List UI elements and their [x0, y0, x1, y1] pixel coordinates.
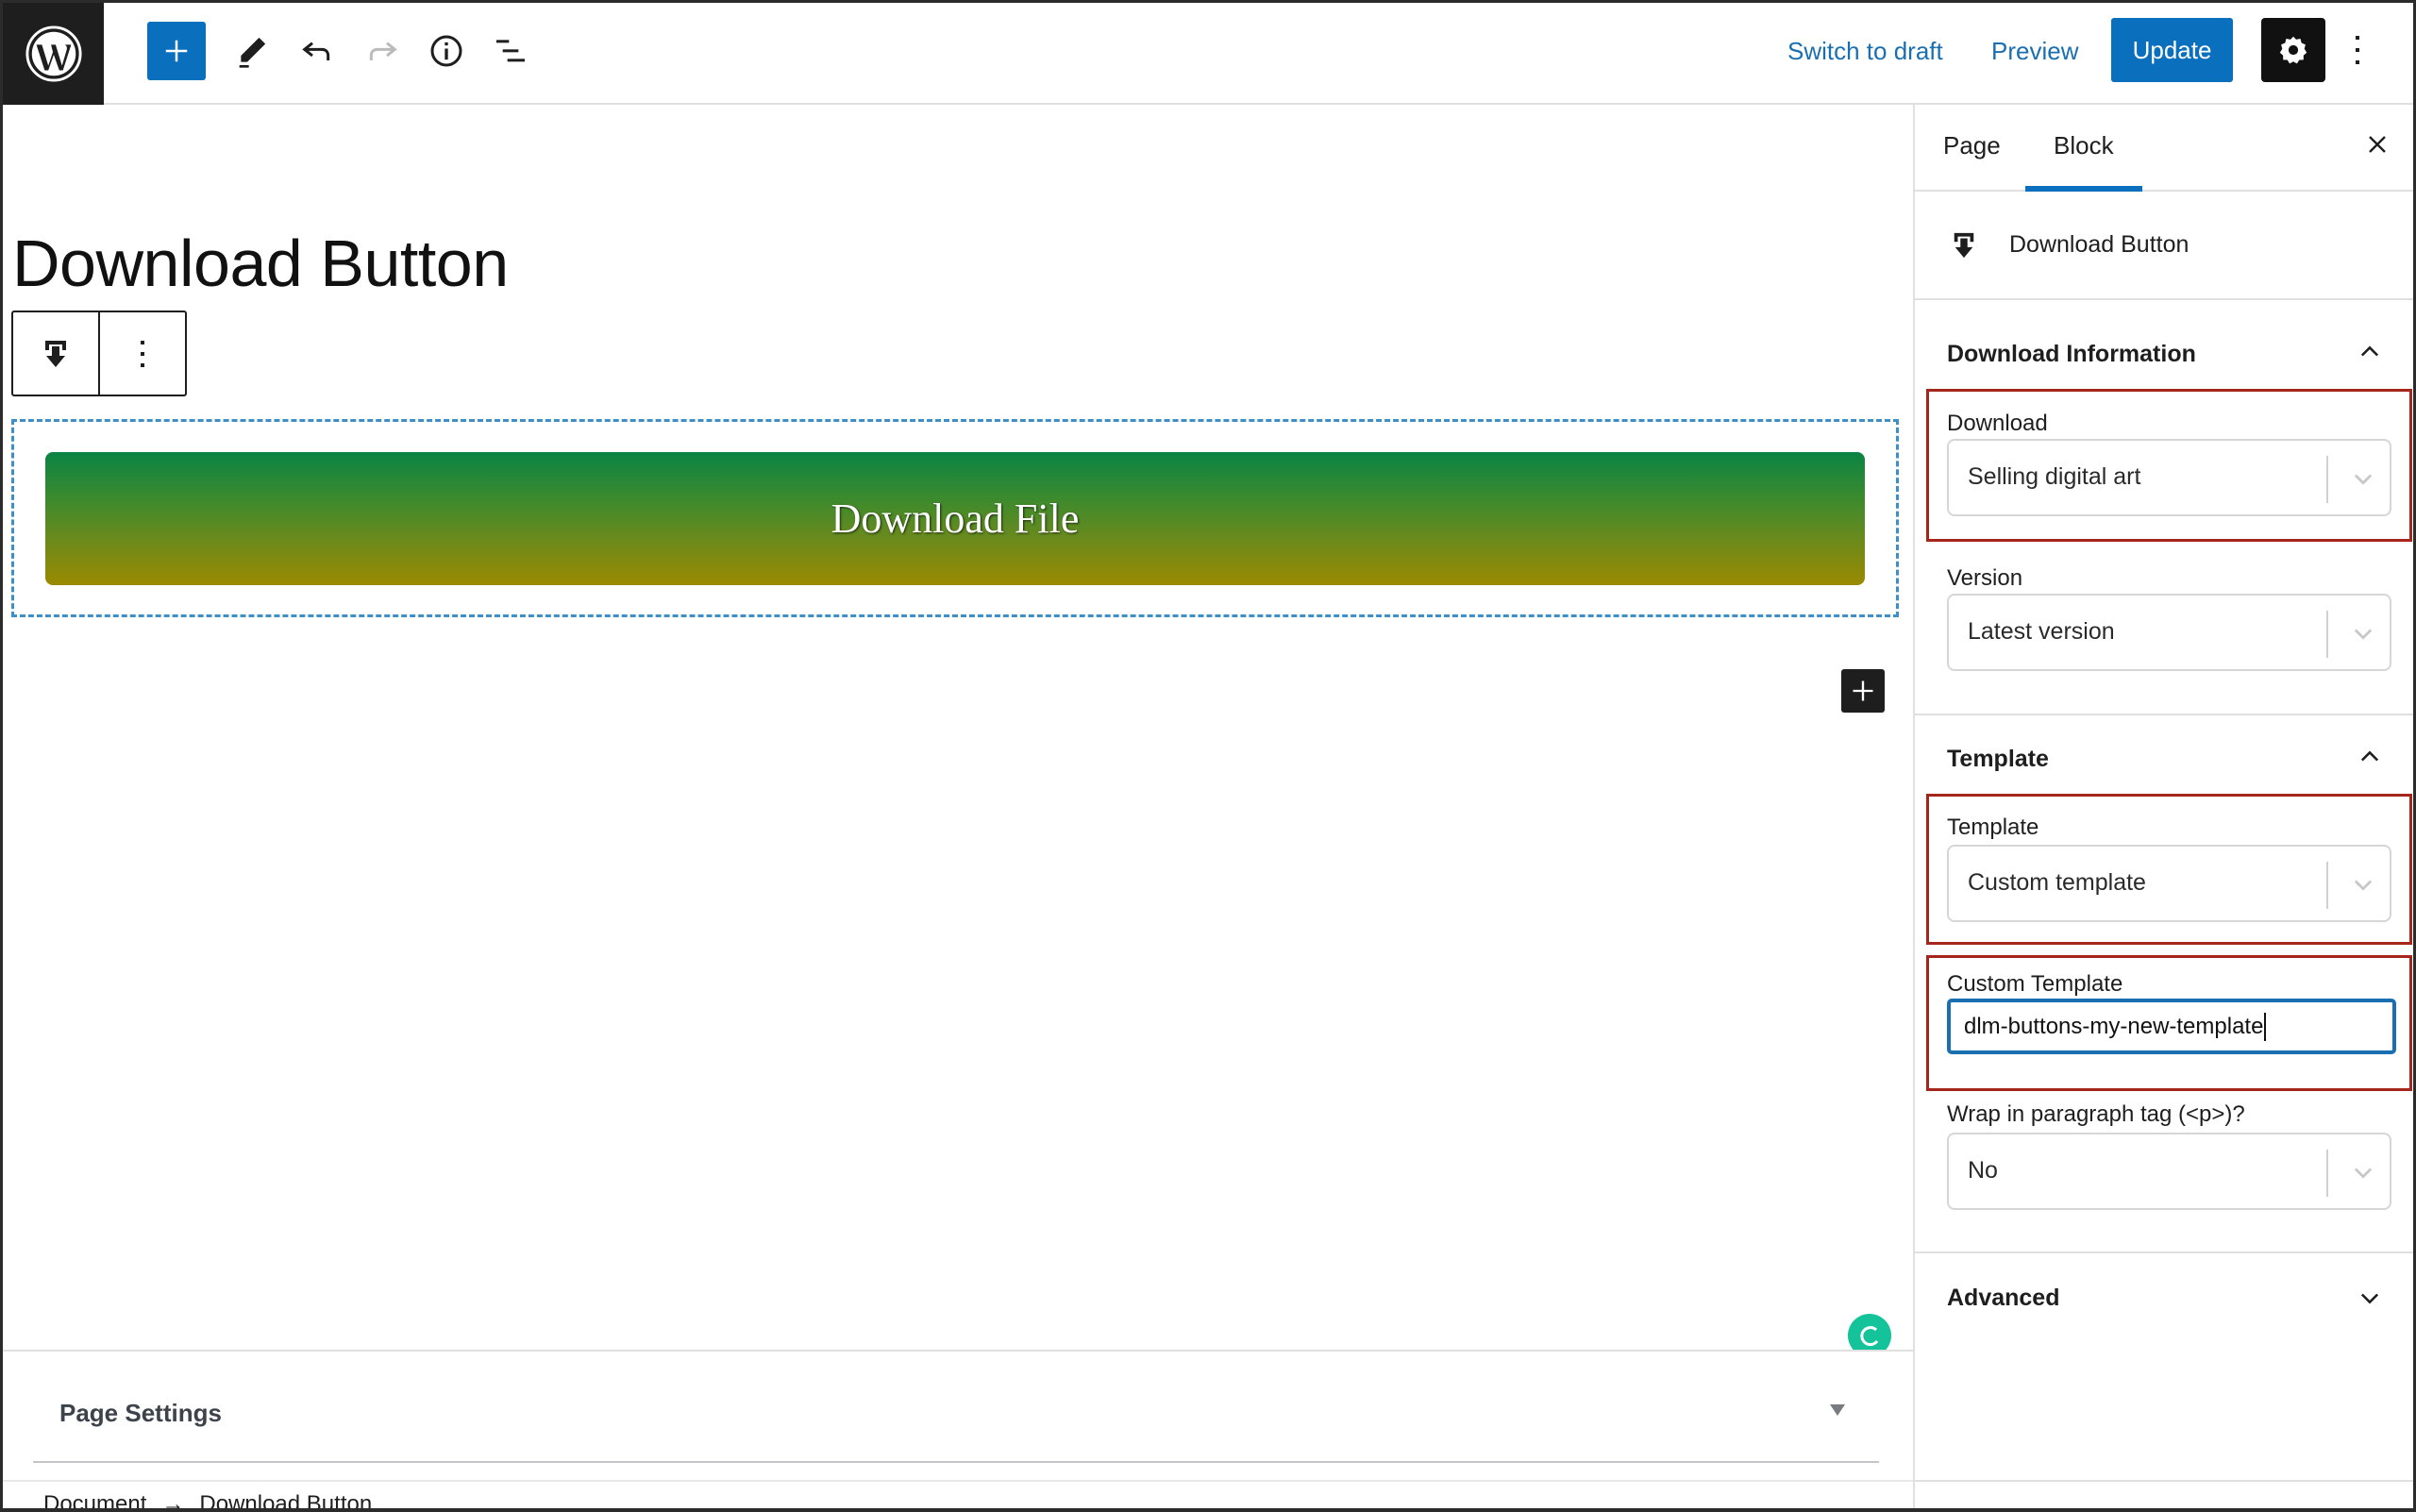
- preview-link[interactable]: Preview: [1991, 31, 2078, 71]
- app-window: Switch to draft Preview Update Download …: [0, 0, 2416, 1512]
- redo-button[interactable]: [356, 22, 409, 80]
- sidebar-tabs: Page Block: [1915, 105, 2413, 192]
- version-field-label: Version: [1947, 565, 2023, 591]
- editor-footer: Document → Download Button: [3, 1480, 1913, 1512]
- chevron-down-icon[interactable]: [2350, 465, 2376, 492]
- block-inserter-button[interactable]: [147, 22, 206, 80]
- block-card-title: Download Button: [2009, 231, 2190, 258]
- select-separator: [2326, 862, 2328, 909]
- select-separator: [2326, 611, 2328, 658]
- close-icon: [2369, 136, 2386, 153]
- kebab-icon: [2356, 36, 2359, 64]
- download-select[interactable]: Selling digital art: [1947, 439, 2391, 516]
- select-separator: [2326, 456, 2328, 503]
- list-view-button[interactable]: [484, 22, 537, 80]
- breadcrumb-document[interactable]: Document: [43, 1491, 146, 1508]
- editor-canvas: Download Button Download File Page Setti…: [3, 105, 1913, 1512]
- breadcrumb: Document → Download Button: [43, 1491, 372, 1512]
- panel-divider: [1915, 1252, 2413, 1253]
- editor-header: Switch to draft Preview Update: [3, 3, 2413, 105]
- close-sidebar-button[interactable]: [2358, 126, 2396, 163]
- page-settings-title[interactable]: Page Settings: [59, 1399, 222, 1428]
- page-settings-metabox: Page Settings: [3, 1350, 1913, 1481]
- version-select[interactable]: Latest version: [1947, 594, 2391, 671]
- settings-sidebar: Page Block Download Button Download Info…: [1913, 105, 2413, 1508]
- chevron-down-icon[interactable]: [2350, 1159, 2376, 1185]
- block-toolbar: [11, 311, 187, 396]
- list-view-icon: [496, 40, 525, 62]
- switch-to-draft-link[interactable]: Switch to draft: [1787, 31, 1943, 71]
- metabox-divider: [33, 1461, 1879, 1463]
- panel-download-information-toggle[interactable]: Download Information: [1947, 341, 2196, 368]
- panel-advanced-toggle[interactable]: Advanced: [1947, 1285, 2059, 1312]
- pencil-icon: [239, 37, 266, 68]
- gear-icon: [2279, 36, 2307, 64]
- wordpress-logo-button[interactable]: [3, 3, 104, 105]
- settings-button[interactable]: [2261, 18, 2325, 82]
- download-block-icon: [45, 340, 66, 367]
- wrap-paragraph-select-value: No: [1968, 1157, 1998, 1184]
- details-button[interactable]: [420, 22, 473, 80]
- plus-icon: [1853, 680, 1873, 701]
- tab-block[interactable]: Block: [2054, 131, 2114, 160]
- panel-template-toggle[interactable]: Template: [1947, 746, 2049, 773]
- template-select-value: Custom template: [1968, 869, 2146, 896]
- custom-template-input-value: dlm-buttons-my-new-template: [1964, 1013, 2264, 1039]
- block-card: Download Button: [1915, 192, 2413, 300]
- options-menu-button[interactable]: [2343, 24, 2372, 76]
- redo-icon: [369, 42, 397, 60]
- grammarly-icon: [1860, 1326, 1879, 1346]
- wordpress-logo-icon: [25, 25, 82, 82]
- custom-template-input[interactable]: dlm-buttons-my-new-template: [1947, 999, 2396, 1054]
- arrow-right-icon: →: [161, 1491, 185, 1512]
- download-select-value: Selling digital art: [1968, 463, 2141, 490]
- breadcrumb-current-block[interactable]: Download Button: [199, 1491, 372, 1508]
- page-title[interactable]: Download Button: [12, 227, 509, 300]
- info-icon: [430, 35, 462, 67]
- kebab-icon: [141, 340, 144, 367]
- custom-template-field-label: Custom Template: [1947, 971, 2123, 997]
- chevron-up-icon[interactable]: [2357, 339, 2383, 365]
- wrap-paragraph-field-label: Wrap in paragraph tag (<p>)?: [1947, 1101, 2245, 1127]
- undo-button[interactable]: [291, 22, 344, 80]
- plus-icon: [165, 40, 188, 62]
- chevron-down-icon[interactable]: [2350, 620, 2376, 647]
- download-field-label: Download: [1947, 411, 2048, 436]
- block-appender-button[interactable]: [1841, 669, 1885, 713]
- version-select-value: Latest version: [1968, 618, 2115, 645]
- wrap-paragraph-select[interactable]: No: [1947, 1133, 2391, 1210]
- sidebar-footer-divider: [1915, 1480, 2413, 1482]
- text-cursor: [2264, 1012, 2267, 1041]
- undo-icon: [302, 42, 330, 60]
- chevron-down-icon[interactable]: [2350, 871, 2376, 898]
- tools-button[interactable]: [226, 22, 278, 80]
- update-button[interactable]: Update: [2111, 18, 2233, 82]
- panel-divider: [1915, 714, 2413, 715]
- download-block-icon: [1951, 229, 1977, 266]
- block-type-button[interactable]: [13, 312, 100, 395]
- caret-down-icon[interactable]: [1830, 1404, 1845, 1416]
- select-separator: [2326, 1150, 2328, 1197]
- chevron-up-icon[interactable]: [2357, 744, 2383, 770]
- template-field-label: Template: [1947, 815, 2039, 840]
- template-select[interactable]: Custom template: [1947, 845, 2391, 922]
- download-file-button[interactable]: Download File: [45, 452, 1865, 585]
- selected-download-block[interactable]: Download File: [11, 419, 1899, 617]
- tab-page[interactable]: Page: [1943, 131, 2001, 160]
- block-options-button[interactable]: [100, 312, 185, 395]
- chevron-down-icon[interactable]: [2357, 1285, 2383, 1311]
